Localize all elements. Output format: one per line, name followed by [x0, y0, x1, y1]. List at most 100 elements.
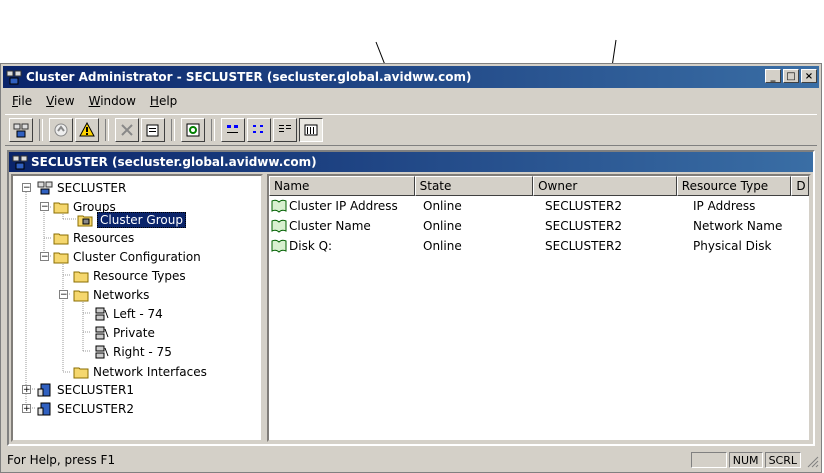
cluster-child-window: SECLUSTER (secluster.global.avidww.com) … — [7, 150, 815, 446]
open-connection-button[interactable] — [9, 118, 33, 142]
tree-node-secluster1[interactable]: SECLUSTER1 — [37, 381, 134, 399]
menu-file[interactable]: File — [5, 94, 39, 108]
column-header-resource-type[interactable]: Resource Type — [676, 176, 792, 196]
status-panel-scrl: SCRL — [764, 452, 801, 468]
network-icon — [95, 345, 109, 359]
tree-node-resources[interactable]: Resources — [53, 229, 134, 247]
toolbar-separator — [105, 119, 109, 141]
tree-node-networks[interactable]: Networks — [73, 286, 149, 304]
toolbar — [5, 114, 817, 146]
child-window-title: SECLUSTER (secluster.global.avidww.com) — [31, 155, 317, 169]
tree-label: Private — [113, 326, 155, 340]
cell-owner: SECLUSTER2 — [545, 239, 622, 253]
folder-icon — [53, 233, 69, 245]
tree-label: SECLUSTER2 — [57, 402, 134, 416]
child-title-bar[interactable]: SECLUSTER (secluster.global.avidww.com) — [9, 152, 813, 172]
tree-label: Cluster Configuration — [73, 250, 201, 264]
status-panel-caps — [690, 452, 727, 468]
table-row[interactable]: Disk Q: Online SECLUSTER2 Physical Disk — [269, 236, 809, 256]
list-view-button[interactable] — [273, 118, 297, 142]
cluster-administrator-window: Cluster Administrator - SECLUSTER (seclu… — [0, 63, 822, 473]
warning-icon — [79, 122, 95, 137]
tree-node-cluster-group[interactable]: Cluster Group — [77, 211, 186, 229]
tree-node-private[interactable]: Private — [93, 324, 155, 342]
status-bar: For Help, press F1 NUM SCRL — [3, 450, 819, 470]
folder-icon — [53, 202, 69, 214]
details-view-button[interactable] — [299, 118, 323, 142]
resize-grip-icon[interactable] — [803, 452, 819, 468]
column-header-state[interactable]: State — [414, 176, 534, 196]
menu-bar: File View Window Help — [5, 91, 184, 111]
minimize-button[interactable]: _ — [765, 69, 781, 83]
maximize-button[interactable]: □ — [783, 69, 799, 83]
cell-owner: SECLUSTER2 — [545, 199, 622, 213]
delete-button[interactable] — [115, 118, 139, 142]
tree-label: SECLUSTER1 — [57, 383, 134, 397]
small-icons-button[interactable] — [247, 118, 271, 142]
properties-button[interactable] — [141, 118, 165, 142]
server-icon — [37, 383, 51, 397]
tree-label: SECLUSTER — [57, 181, 127, 195]
cell-state: Online — [423, 219, 462, 233]
column-header-name[interactable]: Name — [269, 176, 415, 196]
folder-icon — [73, 271, 89, 283]
toolbar-separator — [39, 119, 43, 141]
tree-node-network-interfaces[interactable]: Network Interfaces — [73, 363, 207, 381]
properties-icon — [146, 124, 159, 137]
take-offline-button[interactable] — [75, 118, 99, 142]
menu-window[interactable]: Window — [82, 94, 143, 108]
menu-help[interactable]: Help — [143, 94, 184, 108]
collapse-networks-toggle[interactable]: − — [59, 290, 68, 300]
folder-icon — [53, 252, 69, 264]
network-icon — [95, 307, 109, 321]
refresh-icon — [186, 123, 200, 137]
folder-icon — [73, 290, 89, 302]
tree-pane: − SECLUSTER − Groups Cluster Group Resou… — [11, 174, 263, 442]
cluster-icon — [6, 70, 22, 85]
online-icon — [54, 123, 68, 137]
tree-label: Network Interfaces — [93, 365, 207, 379]
column-header-description[interactable]: D — [791, 176, 809, 196]
column-header-owner[interactable]: Owner — [533, 176, 677, 196]
toolbar-separator — [171, 119, 175, 141]
cell-state: Online — [423, 239, 462, 253]
title-bar[interactable]: Cluster Administrator - SECLUSTER (seclu… — [3, 66, 819, 88]
table-row[interactable]: Cluster IP Address Online SECLUSTER2 IP … — [269, 196, 809, 216]
small-icons-icon — [253, 125, 263, 133]
tree-label: Resource Types — [93, 269, 186, 283]
cell-resource-type: IP Address — [693, 199, 756, 213]
status-text: For Help, press F1 — [7, 453, 116, 467]
expand-secluster2-toggle[interactable]: + — [22, 404, 31, 414]
server-icon — [37, 402, 51, 416]
cell-owner: SECLUSTER2 — [545, 219, 622, 233]
cell-name: Cluster IP Address — [269, 199, 419, 213]
tree-node-secluster[interactable]: SECLUSTER — [37, 179, 126, 197]
collapse-groups-toggle[interactable]: − — [40, 202, 49, 212]
tree-label: Resources — [73, 231, 135, 245]
resource-book-icon — [271, 219, 287, 233]
group-icon — [77, 215, 93, 227]
resource-book-icon — [271, 239, 287, 253]
tree-node-resource-types[interactable]: Resource Types — [73, 267, 186, 285]
large-icons-button[interactable] — [221, 118, 245, 142]
status-panel-num: NUM — [728, 452, 763, 468]
refresh-button[interactable] — [181, 118, 205, 142]
expand-secluster1-toggle[interactable]: + — [22, 385, 31, 395]
cell-name: Disk Q: — [269, 239, 419, 253]
cell-resource-type: Physical Disk — [693, 239, 772, 253]
tree-node-right-75[interactable]: Right - 75 — [93, 343, 172, 361]
tree-node-left-74[interactable]: Left - 74 — [93, 305, 163, 323]
delete-icon — [121, 124, 133, 136]
collapse-root-toggle[interactable]: − — [22, 183, 31, 193]
bring-online-button[interactable] — [49, 118, 73, 142]
list-icon — [279, 125, 291, 132]
table-row[interactable]: Cluster Name Online SECLUSTER2 Network N… — [269, 216, 809, 236]
collapse-config-toggle[interactable]: − — [40, 252, 49, 262]
cluster-icon — [37, 181, 53, 195]
tree-node-cluster-configuration[interactable]: Cluster Configuration — [53, 248, 201, 266]
menu-view[interactable]: View — [39, 94, 81, 108]
tree-node-secluster2[interactable]: SECLUSTER2 — [37, 400, 134, 418]
tree-label: Networks — [93, 288, 150, 302]
close-button[interactable]: × — [801, 69, 817, 83]
tree-label: Cluster Group — [97, 212, 186, 228]
